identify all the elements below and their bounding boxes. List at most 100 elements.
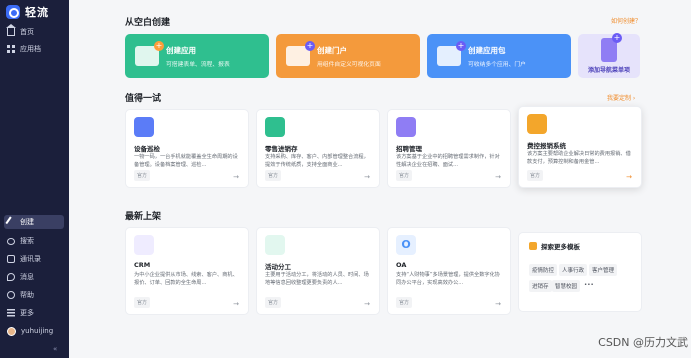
official-badge: 官方 bbox=[396, 297, 413, 308]
user-profile[interactable]: yuhuijing bbox=[4, 324, 64, 338]
banner-title: 创建应用包 bbox=[468, 45, 506, 55]
collapse-sidebar-icon[interactable]: « bbox=[53, 345, 57, 353]
user-name: yuhuijing bbox=[21, 327, 54, 335]
template-tag[interactable]: 疫情防控 bbox=[529, 264, 558, 276]
sidebar-item-label: 消息 bbox=[20, 273, 34, 281]
more-tags-icon[interactable]: ••• bbox=[581, 280, 597, 290]
create-app-banner[interactable]: 创建应用 可搭建表单、流程、报表 bbox=[125, 34, 269, 78]
app-form-icon bbox=[135, 41, 164, 66]
official-badge: 官方 bbox=[134, 170, 151, 181]
sidebar-item-home[interactable]: 首页 bbox=[4, 24, 64, 39]
avatar bbox=[7, 326, 16, 336]
card-title: OA bbox=[396, 261, 407, 269]
package-icon bbox=[437, 41, 466, 66]
watermark: CSDN @历力文武 bbox=[598, 336, 688, 349]
help-icon bbox=[7, 291, 15, 299]
banner-subtitle: 可收纳多个应用、门户 bbox=[468, 61, 526, 68]
arrow-right-icon[interactable]: → bbox=[626, 173, 632, 181]
grid-icon bbox=[7, 45, 15, 53]
sidebar-item-label: 帮助 bbox=[20, 291, 34, 299]
template-card[interactable]: 零售进销存 支持采购、库存、客户、内部管理整合流程，提效于传统纸质，支持全面商业… bbox=[256, 109, 380, 188]
section-title-new: 最新上架 bbox=[125, 212, 162, 222]
arrow-right-icon[interactable]: → bbox=[364, 173, 370, 181]
org-chart-icon bbox=[265, 235, 285, 255]
official-badge: 官方 bbox=[396, 170, 413, 181]
nav-menu-icon bbox=[601, 33, 622, 62]
banner-title: 添加导航菜单项 bbox=[587, 67, 630, 74]
card-title: 活动分工 bbox=[265, 263, 291, 271]
sidebar-item-contacts[interactable]: 通讯录 bbox=[4, 252, 64, 266]
oa-icon: O bbox=[396, 235, 416, 255]
recruit-icon bbox=[396, 117, 416, 137]
card-description: 支持“人财物事”多场景管理，提供全数字化协同办公平台，实现高效办公... bbox=[396, 272, 500, 286]
official-badge: 官方 bbox=[134, 297, 151, 308]
banner-subtitle: 用组件自定义可视化页面 bbox=[317, 61, 381, 68]
template-icon bbox=[529, 242, 537, 250]
sidebar-item-label: 通讯录 bbox=[20, 255, 41, 263]
banner-title: 创建应用 bbox=[166, 45, 196, 55]
explore-title-text: 探索更多模板 bbox=[541, 243, 580, 251]
banner-title: 创建门户 bbox=[317, 45, 347, 55]
template-tag[interactable]: 人事行政 bbox=[559, 264, 588, 276]
add-nav-menu-banner[interactable]: 添加导航菜单项 bbox=[578, 33, 640, 78]
inspection-icon bbox=[134, 117, 154, 137]
create-app-package-banner[interactable]: 创建应用包 可收纳多个应用、门户 bbox=[427, 34, 571, 78]
sidebar-item-create[interactable]: 创建 bbox=[4, 215, 64, 229]
sidebar-item-search[interactable]: 搜索 bbox=[4, 234, 64, 248]
template-card[interactable]: 招聘管理 该方案基于企业中的招聘管理需求制作，针对性解决企业在招聘、面试... … bbox=[387, 109, 511, 188]
card-title: CRM bbox=[134, 261, 151, 269]
section-title-create-blank: 从空白创建 bbox=[125, 18, 171, 28]
card-title: 招聘管理 bbox=[396, 145, 422, 153]
sidebar-item-help[interactable]: 帮助 bbox=[4, 288, 64, 302]
template-card[interactable]: 设备巡检 一物一码，一台手机就能覆盖全生命周期的设备管理。设备档案管理、巡检..… bbox=[125, 109, 249, 188]
arrow-right-icon[interactable]: → bbox=[233, 300, 239, 308]
card-title: 费控报销系统 bbox=[527, 142, 566, 150]
search-icon bbox=[7, 237, 15, 245]
sidebar-item-messages[interactable]: 消息 bbox=[4, 270, 64, 284]
template-tag[interactable]: 进销存 bbox=[529, 280, 552, 292]
truck-icon bbox=[265, 117, 285, 137]
main-content: 从空白创建 如何创建？ 创建应用 可搭建表单、流程、报表 创建门户 用组件自定义… bbox=[69, 0, 691, 358]
create-portal-banner[interactable]: 创建门户 用组件自定义可视化页面 bbox=[276, 34, 420, 78]
explore-title: 探索更多模板 bbox=[529, 241, 580, 251]
logo-icon bbox=[6, 5, 20, 19]
template-tag[interactable]: 客户管理 bbox=[589, 264, 618, 276]
official-badge: 官方 bbox=[265, 297, 282, 308]
template-tag[interactable]: 智慧校园 bbox=[552, 280, 581, 292]
official-badge: 官方 bbox=[527, 170, 544, 181]
sidebar-item-label: 搜索 bbox=[20, 237, 34, 245]
sidebar: 轻流 首页 应用档 创建 搜索 通讯录 消息 帮助 更多 yuhuijing « bbox=[0, 0, 69, 358]
template-card[interactable]: O OA 支持“人财物事”多场景管理，提供全数字化协同办公平台，实现高效办公..… bbox=[387, 227, 511, 315]
card-title: 零售进销存 bbox=[265, 145, 298, 153]
sidebar-item-apps[interactable]: 应用档 bbox=[4, 42, 64, 56]
money-bag-icon bbox=[527, 114, 547, 134]
card-description: 一物一码，一台手机就能覆盖全生命周期的设备管理。设备档案管理、巡检... bbox=[134, 154, 238, 168]
template-card[interactable]: 活动分工 主要用于活动分工，将活动的人员、时间、场地等信息回收整理更要负责的人.… bbox=[256, 227, 380, 315]
logo-text: 轻流 bbox=[25, 6, 49, 19]
template-card[interactable]: CRM 为中小企业提供从市场、线索、客户、商机、报价、订单、回款的全生命周...… bbox=[125, 227, 249, 315]
explore-templates-card[interactable]: 探索更多模板 疫情防控 人事行政 客户管理 进销存 智慧校园 ••• bbox=[518, 232, 642, 312]
custom-request-link[interactable]: 我要定制 › bbox=[607, 93, 635, 102]
arrow-right-icon[interactable]: → bbox=[495, 173, 501, 181]
card-description: 为中小企业提供从市场、线索、客户、商机、报价、订单、回款的全生命周... bbox=[134, 272, 238, 286]
sidebar-item-more[interactable]: 更多 bbox=[4, 306, 64, 320]
portal-icon bbox=[286, 41, 315, 66]
banner-subtitle: 可搭建表单、流程、报表 bbox=[166, 61, 230, 68]
people-icon bbox=[134, 235, 154, 255]
card-title: 设备巡检 bbox=[134, 145, 160, 153]
section-title-try: 值得一试 bbox=[125, 94, 162, 104]
official-badge: 官方 bbox=[265, 170, 282, 181]
card-description: 该方案基于企业中的招聘管理需求制作，针对性解决企业在招聘、面试... bbox=[396, 154, 500, 168]
how-to-create-link[interactable]: 如何创建？ bbox=[611, 16, 641, 25]
message-icon bbox=[7, 273, 15, 281]
arrow-right-icon[interactable]: → bbox=[233, 173, 239, 181]
arrow-right-icon[interactable]: → bbox=[364, 300, 370, 308]
card-description: 支持采购、库存、客户、内部管理整合流程，提效于传统纸质，支持全面商业... bbox=[265, 154, 369, 168]
arrow-right-icon[interactable]: → bbox=[495, 300, 501, 308]
sidebar-item-label: 更多 bbox=[20, 309, 34, 317]
template-card[interactable]: 费控报销系统 该方案主要帮助企业解决日常的费用报销、借款支付，预算控制和备用金管… bbox=[518, 106, 642, 188]
app-logo[interactable]: 轻流 bbox=[6, 4, 49, 20]
card-description: 主要用于活动分工，将活动的人员、时间、场地等信息回收整理更要负责的人... bbox=[265, 272, 369, 286]
contacts-icon bbox=[7, 255, 15, 263]
card-description: 该方案主要帮助企业解决日常的费用报销、借款支付，预算控制和备用金管... bbox=[527, 151, 631, 165]
